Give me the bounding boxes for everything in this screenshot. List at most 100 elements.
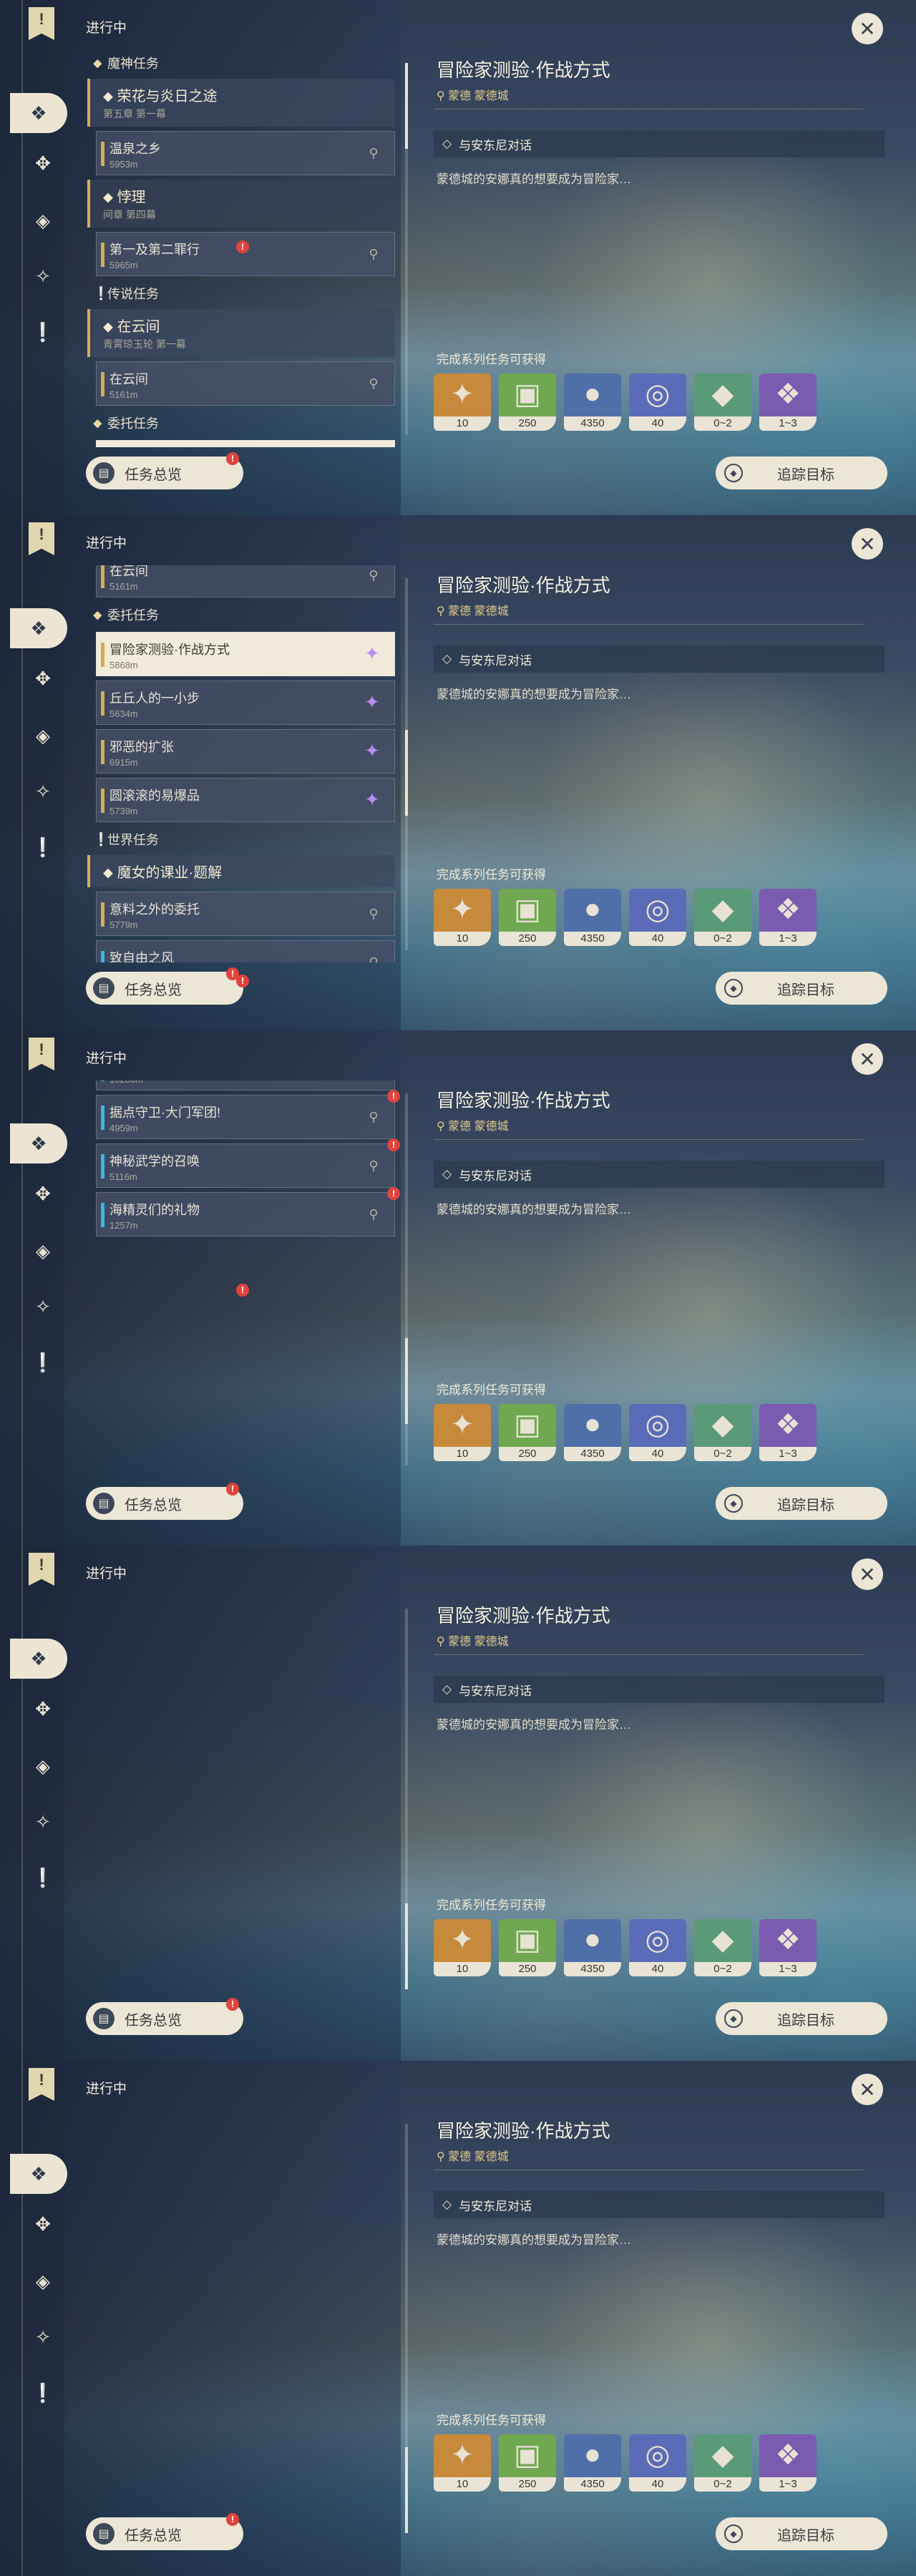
list-item[interactable]: 第一及第二罪行 5965m ⚲ (96, 232, 395, 276)
reward-item[interactable]: ● 4350 (564, 889, 621, 946)
reward-item[interactable]: ◎ 40 (629, 1404, 686, 1461)
detail-objective[interactable]: ◇ 与安东尼对话 (434, 645, 885, 673)
detail-objective[interactable]: ◇ 与安东尼对话 (434, 1161, 885, 1188)
close-icon[interactable]: ✕ (852, 1043, 883, 1075)
reward-item[interactable]: ▣ 250 (499, 374, 556, 431)
reward-item[interactable]: ● 4350 (564, 1404, 621, 1461)
reward-item[interactable]: ✦ 10 (434, 1919, 491, 1976)
close-icon[interactable]: ✕ (852, 13, 883, 44)
quest-bookmark-icon[interactable]: ! (29, 7, 54, 40)
list-item[interactable]: 致自由之风5819m⚲ (96, 940, 395, 962)
reward-item[interactable]: ✦ 10 (434, 2434, 491, 2492)
archon-quest-tab-icon[interactable]: ✥ (27, 663, 59, 694)
all-quests-tab-icon[interactable]: ❖ (10, 1639, 67, 1679)
map-pin-icon[interactable]: ⚲ (366, 1207, 381, 1223)
map-pin-icon[interactable]: ⚲ (366, 1158, 381, 1174)
world-quest-tab-icon[interactable]: ❕ (27, 831, 59, 863)
quest-list[interactable]: ⬥魔神任务⬥ 荣花与炎日之途第五章 第一幕温泉之乡5953m⚲⬥ 悖理间章 第四… (84, 2111, 401, 2508)
archon-quest-tab-icon[interactable]: ✥ (27, 1693, 59, 1724)
scrollbar-thumb[interactable] (405, 730, 408, 816)
reward-item[interactable]: ▣ 250 (499, 1404, 556, 1461)
reward-item[interactable]: ✦ 10 (434, 1404, 491, 1461)
archon-quest-tab-icon[interactable]: ✥ (27, 2208, 59, 2240)
quest-overview-button[interactable]: ▤ 任务总览 ! (86, 452, 243, 489)
close-icon[interactable]: ✕ (852, 528, 883, 560)
map-pin-icon[interactable]: ⚲ (366, 955, 381, 962)
track-target-button[interactable]: ◆ 追踪目标 (716, 2002, 887, 2035)
quest-overview-button[interactable]: ▤ 任务总览 ! (86, 1998, 243, 2035)
reward-item[interactable]: ❖ 1~3 (759, 889, 817, 946)
reward-item[interactable]: ❖ 1~3 (759, 2434, 817, 2492)
reward-item[interactable]: ◎ 40 (629, 2434, 686, 2492)
quest-group[interactable]: ⬥ 荣花与炎日之途 第五章 第一幕 (87, 79, 395, 127)
reward-item[interactable]: ▣ 250 (499, 1919, 556, 1976)
reward-item[interactable]: ❖ 1~3 (759, 374, 817, 431)
map-pin-icon[interactable]: ⚲ (366, 568, 381, 584)
reward-item[interactable]: ✦ 10 (434, 889, 491, 946)
quest-list[interactable]: ⬥魔神任务⬥ 荣花与炎日之途第五章 第一幕温泉之乡5953m⚲⬥ 悖理间章 第四… (84, 565, 401, 962)
track-target-button[interactable]: ◆ 追踪目标 (716, 457, 887, 489)
reward-item[interactable]: ❖ 1~3 (759, 1404, 817, 1461)
quest-group[interactable]: ⬥ 在云间 青霄琼玉轮 第一幕 (87, 309, 395, 357)
list-item[interactable]: 冒险家测验·作战方式5868m✦ (96, 440, 395, 447)
commission-tab-icon[interactable]: ✧ (27, 260, 59, 292)
legend-quest-tab-icon[interactable]: ◈ (27, 720, 59, 751)
all-quests-tab-icon[interactable]: ❖ (10, 2154, 67, 2194)
detail-objective[interactable]: ◇ 与安东尼对话 (434, 130, 885, 157)
world-quest-tab-icon[interactable]: ❕ (27, 1862, 59, 1893)
reward-item[interactable]: ◆ 0~2 (694, 1919, 751, 1976)
quest-overview-button[interactable]: ▤ 任务总览 ! (86, 2513, 243, 2550)
list-item[interactable]: 冒险家测验·作战方式5868m✦ (96, 632, 395, 676)
all-quests-tab-icon[interactable]: ❖ (10, 93, 67, 133)
scrollbar-thumb[interactable] (405, 1338, 408, 1424)
quest-bookmark-icon[interactable]: ! (29, 1038, 54, 1070)
list-item[interactable]: 在云间 5161m ⚲ (96, 565, 395, 597)
legend-quest-tab-icon[interactable]: ◈ (27, 2265, 59, 2297)
map-pin-icon[interactable]: ⚲ (366, 1110, 381, 1126)
scrollbar-track[interactable] (405, 2124, 408, 2496)
list-item[interactable]: 游逸旅闻·相缘绘愿10286m⚲ (96, 1080, 395, 1091)
world-quest-tab-icon[interactable]: ❕ (27, 2377, 59, 2409)
quest-overview-button[interactable]: ▤ 任务总览 ! (86, 967, 243, 1005)
commission-tab-icon[interactable]: ✧ (27, 1806, 59, 1838)
reward-item[interactable]: ✦ 10 (434, 374, 491, 431)
list-item[interactable]: 丘丘人的一小步 5634m ✦ (96, 680, 395, 725)
quest-overview-button[interactable]: ▤ 任务总览 ! (86, 1483, 243, 1520)
map-pin-icon[interactable]: ⚲ (366, 907, 381, 922)
world-quest-tab-icon[interactable]: ❕ (27, 316, 59, 348)
reward-item[interactable]: ◆ 0~2 (694, 889, 751, 946)
close-icon[interactable]: ✕ (852, 2074, 883, 2105)
track-target-button[interactable]: ◆ 追踪目标 (716, 972, 887, 1005)
map-pin-icon[interactable]: ⚲ (366, 247, 381, 263)
archon-quest-tab-icon[interactable]: ✥ (27, 1178, 59, 1209)
commission-tab-icon[interactable]: ✧ (27, 1291, 59, 1322)
detail-objective[interactable]: ◇ 与安东尼对话 (434, 1676, 885, 1703)
list-item[interactable]: 邪恶的扩张 6915m ✦ (96, 729, 395, 774)
legend-quest-tab-icon[interactable]: ◈ (27, 1235, 59, 1267)
all-quests-tab-icon[interactable]: ❖ (10, 608, 67, 648)
scrollbar-thumb[interactable] (405, 2447, 408, 2533)
reward-item[interactable]: ▣ 250 (499, 889, 556, 946)
map-pin-icon[interactable]: ⚲ (366, 146, 381, 162)
reward-item[interactable]: ◎ 40 (629, 1919, 686, 1976)
quest-bookmark-icon[interactable]: ! (29, 2068, 54, 2101)
scrollbar-thumb[interactable] (405, 63, 408, 149)
commission-tab-icon[interactable]: ✧ (27, 776, 59, 807)
detail-objective[interactable]: ◇ 与安东尼对话 (434, 2191, 885, 2218)
archon-quest-tab-icon[interactable]: ✥ (27, 147, 59, 179)
list-item[interactable]: 温泉之乡 5953m ⚲ (96, 131, 395, 175)
list-item[interactable]: 在云间 5161m ⚲ (96, 361, 395, 406)
legend-quest-tab-icon[interactable]: ◈ (27, 205, 59, 236)
quest-group[interactable]: ⬥ 悖理 间章 第四幕 (87, 180, 395, 228)
track-target-button[interactable]: ◆ 追踪目标 (716, 2517, 887, 2550)
close-icon[interactable]: ✕ (852, 1558, 883, 1590)
scrollbar-thumb[interactable] (405, 1903, 408, 1989)
reward-item[interactable]: ◆ 0~2 (694, 374, 751, 431)
reward-item[interactable]: ◎ 40 (629, 889, 686, 946)
quest-list[interactable]: ⬥魔神任务⬥ 荣花与炎日之途第五章 第一幕温泉之乡5953m⚲⬥ 悖理间章 第四… (84, 1596, 401, 1993)
list-item[interactable]: 神秘武学的召唤 5116m ⚲! (96, 1138, 400, 1188)
reward-item[interactable]: ▣ 250 (499, 2434, 556, 2492)
quest-group[interactable]: ⬥ 魔女的课业·题解 (87, 855, 395, 887)
list-item[interactable]: 海精灵们的礼物 1257m ⚲! (96, 1187, 400, 1236)
map-pin-icon[interactable]: ⚲ (366, 376, 381, 392)
